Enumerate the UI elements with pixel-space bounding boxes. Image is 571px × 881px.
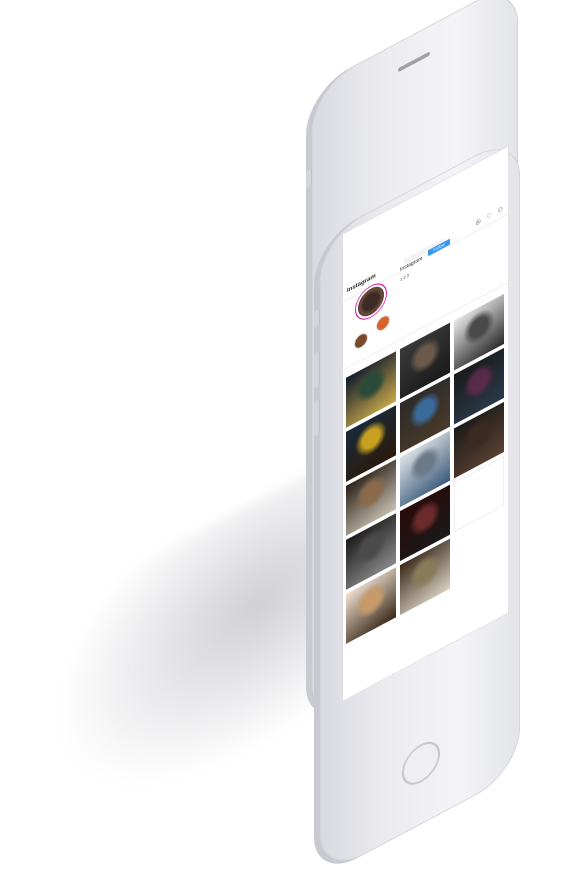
heart-icon[interactable]: ♡: [487, 211, 494, 221]
phone-screen: Instagram ◎ ♡ ⚇ Instagram Follow 1 2 3: [342, 145, 509, 702]
story-highlight[interactable]: [354, 330, 368, 352]
header-icons: ◎ ♡ ⚇: [476, 204, 505, 227]
story-highlight[interactable]: [376, 312, 390, 334]
volume-down-button: [314, 398, 320, 438]
posts-grid: [346, 293, 506, 644]
speaker-grille: [398, 51, 430, 73]
person-icon[interactable]: ⚇: [498, 205, 505, 215]
volume-up-button: [314, 350, 320, 390]
side-button: [306, 168, 312, 190]
compass-icon[interactable]: ◎: [476, 217, 483, 227]
mute-switch: [314, 308, 320, 330]
home-button[interactable]: [402, 734, 440, 793]
